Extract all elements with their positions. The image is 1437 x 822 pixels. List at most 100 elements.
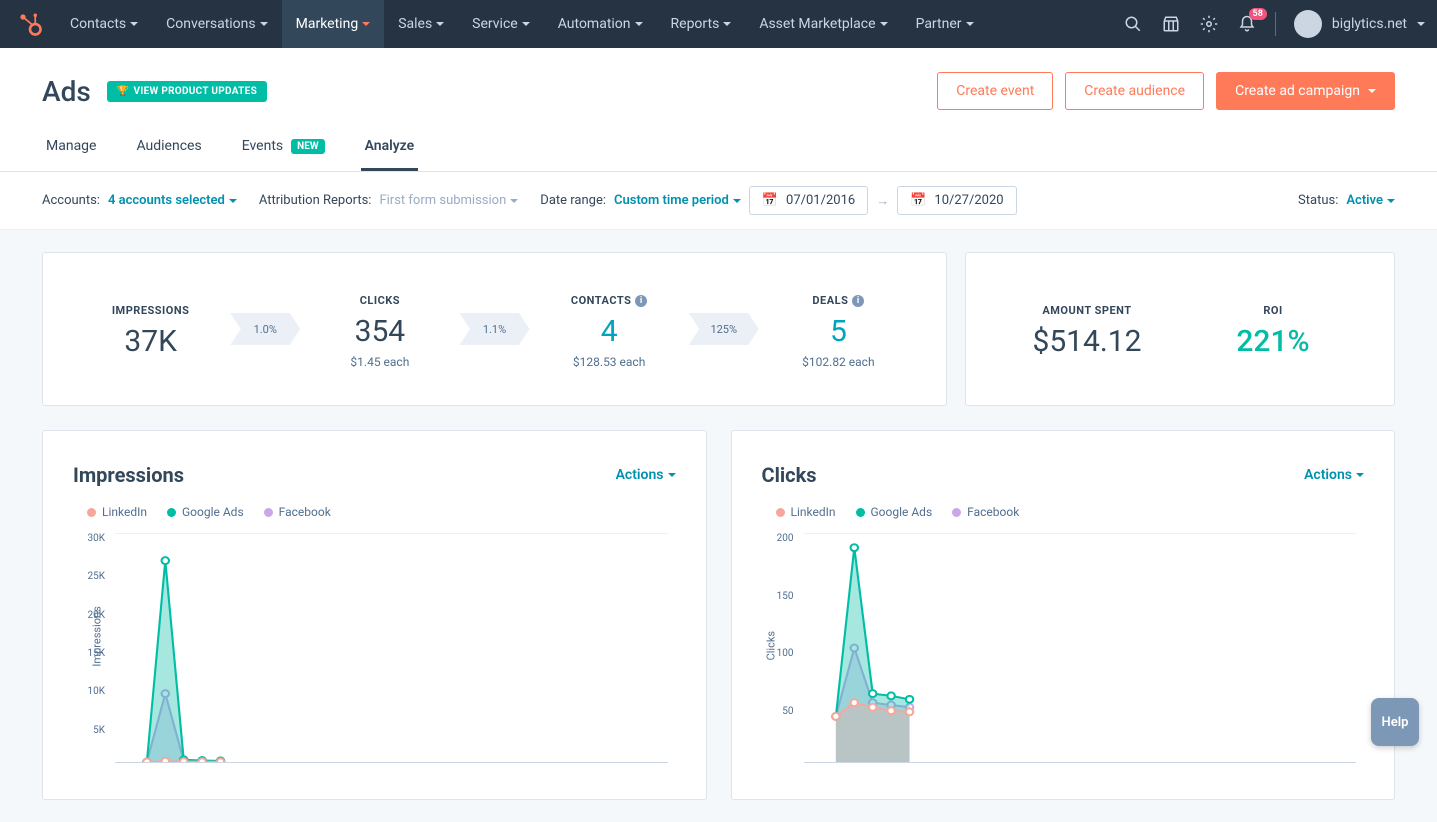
accounts-label: Accounts: [42,193,100,208]
y-tick-label: 50 [762,706,794,717]
date-to-input[interactable]: 📅 10/27/2020 [897,186,1016,215]
funnel-pct: 125% [710,323,737,336]
nav-item-conversations[interactable]: Conversations [152,0,281,48]
nav-item-marketing[interactable]: Marketing [282,0,385,48]
metric-label: ROI [1263,304,1282,317]
nav-item-reports[interactable]: Reports [657,0,746,48]
filter-bar: Accounts: 4 accounts selected Attributio… [0,172,1437,230]
chevron-down-icon [362,22,370,26]
search-icon[interactable] [1123,14,1143,34]
tabs: Manage Audiences EventsNEW Analyze [42,128,1395,171]
chart-legend: LinkedIn Google Ads Facebook [762,505,1365,519]
legend-item[interactable]: Facebook [264,505,331,519]
status-filter[interactable]: Active [1346,193,1395,208]
accounts-filter[interactable]: 4 accounts selected [108,193,237,208]
legend-item[interactable]: Google Ads [856,505,933,519]
chevron-down-icon [522,22,530,26]
nav-label: Marketing [296,16,359,32]
metric-sub: $102.82 each [778,355,898,369]
nav-item-partner[interactable]: Partner [902,0,988,48]
y-tick-label: 30K [73,533,105,544]
create-audience-button[interactable]: Create audience [1065,72,1204,110]
tab-label: Analyze [365,138,415,154]
accounts-value: 4 accounts selected [108,193,225,208]
content: IMPRESSIONS 37K 1.0% CLICKS 354 $1.45 ea… [0,230,1437,822]
nav-item-asset-marketplace[interactable]: Asset Marketplace [745,0,901,48]
date-range-filter[interactable]: Custom time period [614,193,741,208]
attribution-filter[interactable]: First form submission [379,193,518,208]
create-campaign-label: Create ad campaign [1235,83,1360,99]
metric-label: DEALSi [812,294,864,307]
tab-manage[interactable]: Manage [42,128,100,171]
info-icon[interactable]: i [635,295,647,307]
date-to-value: 10/27/2020 [934,193,1003,208]
nav-item-contacts[interactable]: Contacts [56,0,152,48]
header-actions: Create event Create audience Create ad c… [937,72,1395,110]
view-updates-button[interactable]: 🏆 VIEW PRODUCT UPDATES [107,81,267,102]
tab-analyze[interactable]: Analyze [361,128,419,171]
nav-item-automation[interactable]: Automation [544,0,657,48]
metric-label-text: CONTACTS [571,294,631,307]
metric-label: CLICKS [360,294,400,307]
legend-dot [776,508,785,517]
nav-label: Contacts [70,16,126,32]
legend-dot [856,508,865,517]
chevron-down-icon [229,199,237,203]
y-tick-label: 10K [73,686,105,697]
tab-audiences[interactable]: Audiences [132,128,205,171]
chart-actions-menu[interactable]: Actions [616,467,676,483]
chevron-down-icon [436,22,444,26]
page-title: Ads 🏆 VIEW PRODUCT UPDATES [42,75,267,108]
legend-label: Google Ads [182,505,244,519]
nav-item-service[interactable]: Service [458,0,544,48]
legend-item[interactable]: Google Ads [167,505,244,519]
legend-label: LinkedIn [102,505,147,519]
legend-dot [264,508,273,517]
notifications-icon[interactable]: 58 [1237,14,1257,34]
create-ad-campaign-button[interactable]: Create ad campaign [1216,72,1395,110]
legend-item[interactable]: Facebook [952,505,1019,519]
chevron-down-icon [635,22,643,26]
legend-label: Google Ads [871,505,933,519]
legend-label: LinkedIn [791,505,836,519]
help-button[interactable]: Help [1371,698,1419,746]
calendar-icon: 📅 [762,193,778,208]
account-menu[interactable]: biglytics.net [1294,10,1425,38]
chevron-down-icon [668,473,676,477]
new-badge: NEW [291,139,324,154]
nav-item-sales[interactable]: Sales [384,0,458,48]
chart-plot [115,533,668,763]
info-icon[interactable]: i [852,295,864,307]
y-tick-label: 5K [73,725,105,736]
tab-label: Audiences [136,138,201,154]
calendar-icon: 📅 [910,193,926,208]
trophy-icon: 🏆 [117,86,130,97]
chevron-down-icon [1417,22,1425,26]
metric-value: 221% [1213,324,1333,359]
legend-item[interactable]: LinkedIn [776,505,836,519]
actions-label: Actions [616,467,664,483]
attribution-label: Attribution Reports: [259,193,372,208]
date-from-input[interactable]: 📅 07/01/2016 [749,186,868,215]
create-event-button[interactable]: Create event [937,72,1053,110]
chevron-down-icon [880,22,888,26]
metric-impressions: IMPRESSIONS 37K [91,299,211,359]
chart-actions-menu[interactable]: Actions [1304,467,1364,483]
actions-label: Actions [1304,467,1352,483]
chevron-down-icon [510,199,518,203]
impressions-chart-card: Impressions Actions LinkedInGoogle AdsFa… [42,430,707,800]
y-ticks: 30K25K20K15K10K5K [73,533,111,763]
nav-label: Sales [398,16,432,32]
roi-card: AMOUNT SPENT $514.12 ROI 221% [965,252,1395,406]
legend-item[interactable]: LinkedIn [87,505,147,519]
gear-icon[interactable] [1199,14,1219,34]
tab-events[interactable]: EventsNEW [238,128,329,171]
legend-label: Facebook [279,505,331,519]
marketplace-icon[interactable] [1161,14,1181,34]
nav-label: Reports [671,16,720,32]
chart-title: Clicks [762,463,817,487]
funnel-pct: 1.0% [254,323,277,336]
nav-label: Partner [916,16,962,32]
clicks-chart-card: Clicks Actions LinkedIn Google Ads Faceboo… [731,430,1396,800]
legend-dot [167,508,176,517]
